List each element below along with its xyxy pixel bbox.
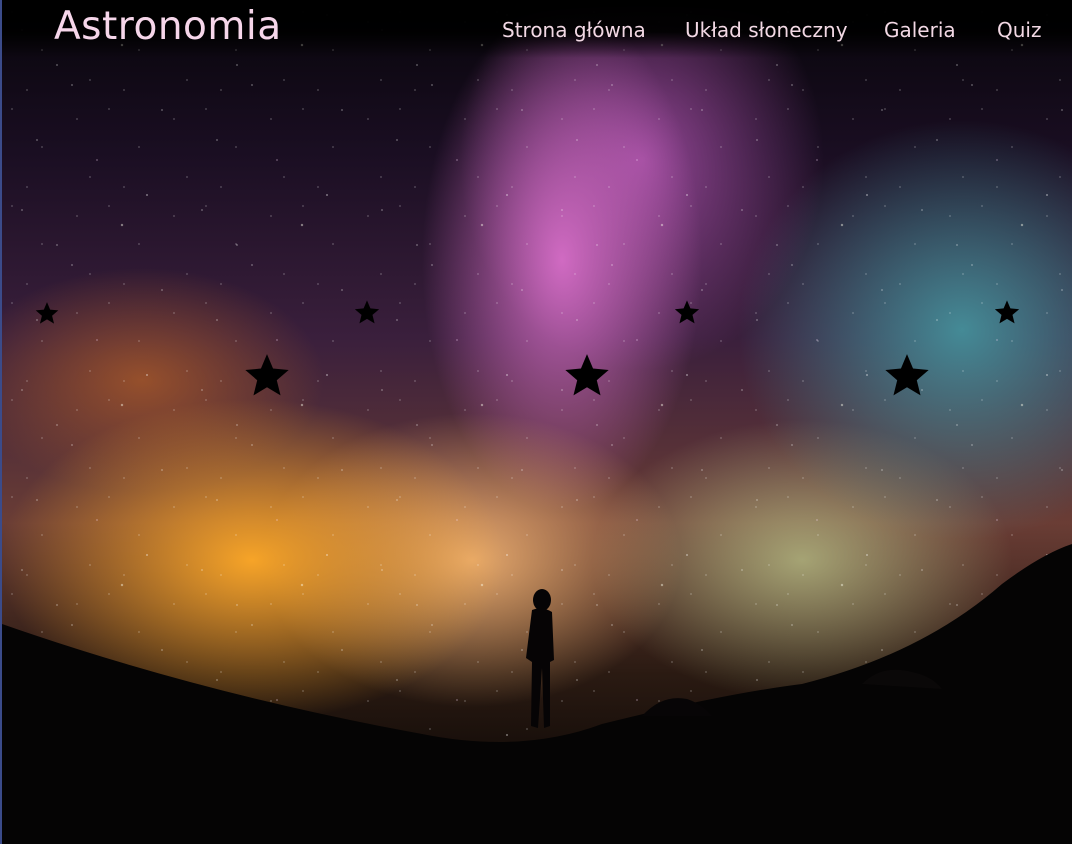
star-icon — [673, 298, 701, 326]
nav-item-quiz[interactable]: Quiz — [997, 18, 1041, 42]
star-icon — [353, 298, 381, 326]
nav-item-gallery[interactable]: Galeria — [884, 18, 956, 42]
nav-item-home[interactable]: Strona główna — [502, 18, 646, 42]
star-icon — [34, 300, 60, 326]
nav-item-solar-system[interactable]: Układ słoneczny — [685, 18, 848, 42]
hero-night-sky-image — [2, 0, 1072, 844]
star-icon — [882, 350, 932, 400]
header: Astronomia Strona główna Układ słoneczny… — [2, 0, 1072, 58]
star-icon — [562, 350, 612, 400]
star-icon — [993, 298, 1021, 326]
page-left-border — [0, 0, 2, 844]
main-nav: Strona główna Układ słoneczny Galeria Qu… — [2, 18, 1072, 44]
star-icon — [242, 350, 292, 400]
person-silhouette — [526, 589, 554, 728]
